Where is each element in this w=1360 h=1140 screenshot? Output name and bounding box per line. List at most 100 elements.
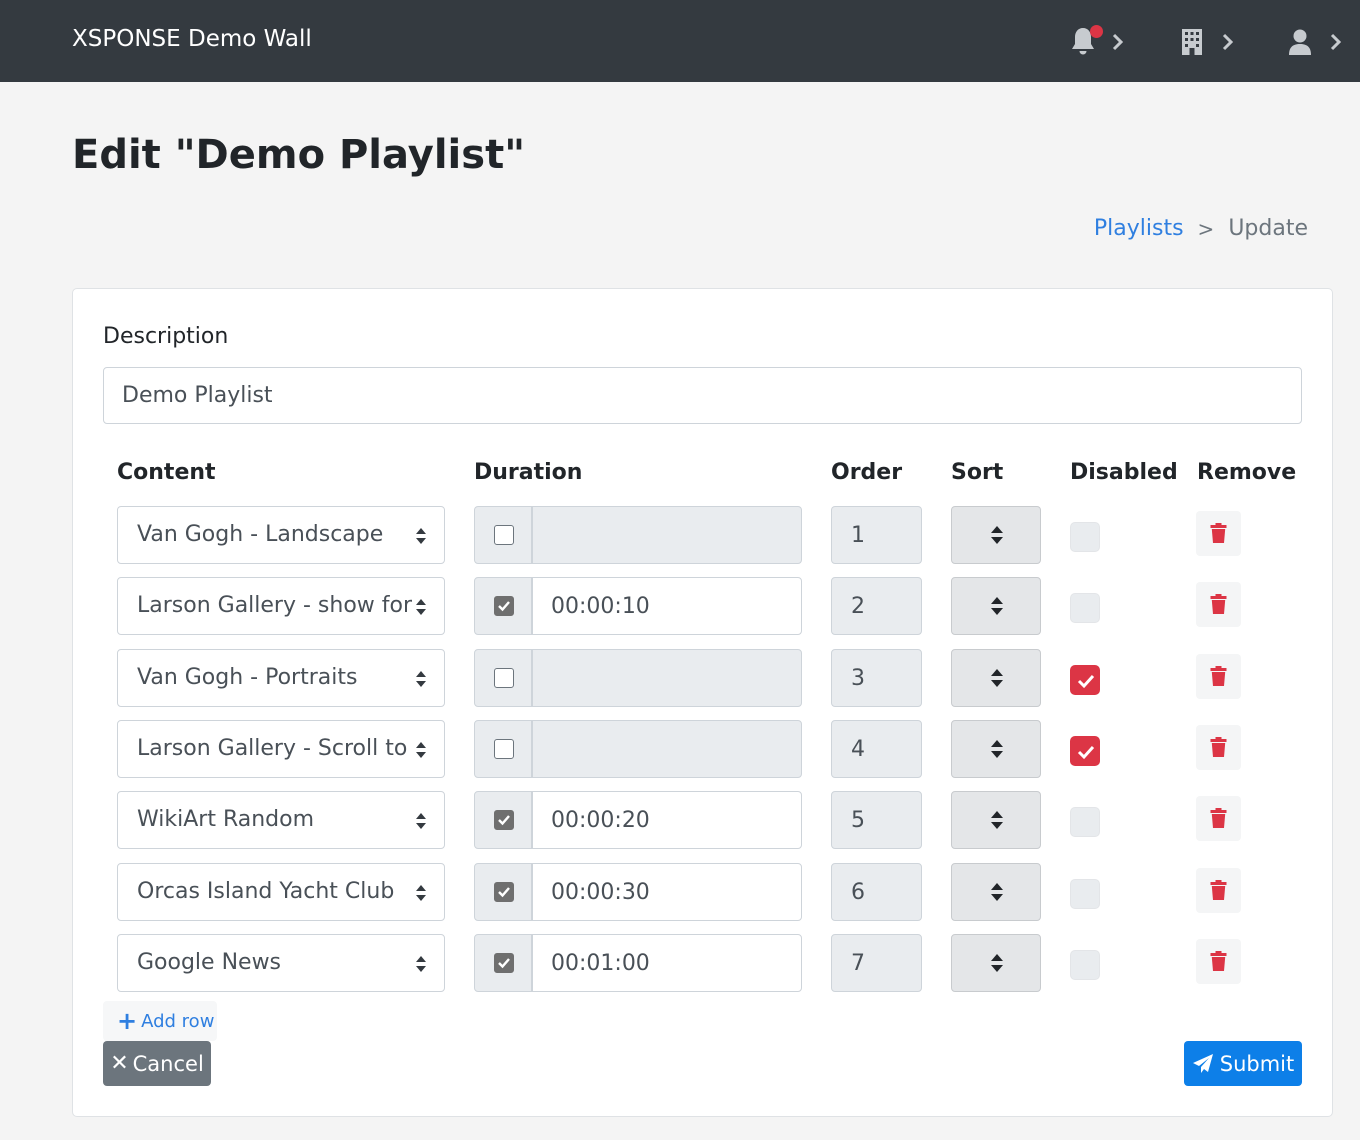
content-select-value: Larson Gallery - Scroll to [137,736,408,761]
sort-handle[interactable] [951,720,1041,778]
duration-checkbox[interactable] [494,739,514,759]
order-input [831,649,922,707]
duration-toggle[interactable] [474,934,532,992]
sort-handle[interactable] [951,863,1041,921]
duration-toggle[interactable] [474,791,532,849]
content-select-value: Van Gogh - Landscape [137,522,384,547]
page-title: Edit "Demo Playlist" [72,132,526,178]
duration-checkbox[interactable] [494,953,514,973]
top-navbar: XSPONSE Demo Wall [0,0,1360,82]
close-icon: ✕ [110,1051,129,1076]
notifications-menu[interactable] [1070,22,1124,62]
header-content: Content [117,460,216,485]
notification-badge [1090,25,1103,38]
breadcrumb-current: Update [1228,216,1308,241]
sort-handle[interactable] [951,934,1041,992]
duration-checkbox[interactable] [494,525,514,545]
plus-icon: + [117,1007,138,1035]
remove-row-button[interactable] [1196,654,1241,699]
table-row: Van Gogh - Landscape [0,506,1360,564]
sort-handle[interactable] [951,577,1041,635]
user-menu[interactable] [1288,22,1342,62]
trash-icon [1210,808,1227,828]
disabled-checkbox[interactable] [1070,665,1100,695]
content-select[interactable]: Orcas Island Yacht Club [117,863,445,921]
breadcrumb: Playlists > Update [1094,216,1308,241]
duration-toggle[interactable] [474,577,532,635]
cancel-label: Cancel [132,1051,204,1076]
duration-input[interactable] [532,791,802,849]
chevron-right-icon [1222,33,1234,51]
check-icon [1077,745,1095,760]
paper-plane-icon [1192,1053,1220,1075]
content-select-value: Van Gogh - Portraits [137,665,358,690]
remove-row-button[interactable] [1196,511,1241,556]
remove-row-button[interactable] [1196,582,1241,627]
duration-checkbox[interactable] [494,882,514,902]
content-select-value: Google News [137,950,282,975]
duration-input[interactable] [532,934,802,992]
content-select-value: WikiArt Random [137,807,315,832]
remove-row-button[interactable] [1196,796,1241,841]
remove-row-button[interactable] [1196,868,1241,913]
order-input [831,577,922,635]
table-row: Larson Gallery - Scroll to [0,720,1360,778]
duration-input[interactable] [532,863,802,921]
order-input [831,720,922,778]
sort-handle[interactable] [951,791,1041,849]
trash-icon [1210,666,1227,686]
disabled-checkbox[interactable] [1070,807,1100,837]
content-select[interactable]: Van Gogh - Portraits [117,649,445,707]
remove-row-button[interactable] [1196,725,1241,770]
description-label: Description [103,324,229,349]
duration-checkbox[interactable] [494,596,514,616]
sort-handle[interactable] [951,649,1041,707]
duration-toggle[interactable] [474,863,532,921]
duration-checkbox[interactable] [494,668,514,688]
order-input [831,506,922,564]
header-duration: Duration [474,460,583,485]
content-select[interactable]: Google News [117,934,445,992]
bell-icon [1070,25,1103,58]
disabled-checkbox[interactable] [1070,736,1100,766]
duration-toggle[interactable] [474,720,532,778]
brand-name[interactable]: XSPONSE Demo Wall [72,26,312,52]
add-row-button[interactable]: + Add row [103,1001,217,1041]
trash-icon [1210,737,1227,757]
trash-icon [1210,880,1227,900]
duration-input[interactable] [532,577,802,635]
content-select[interactable]: Larson Gallery - Scroll to [117,720,445,778]
disabled-checkbox[interactable] [1070,950,1100,980]
breadcrumb-playlists-link[interactable]: Playlists [1094,216,1184,241]
select-arrows-icon [415,527,427,545]
disabled-checkbox[interactable] [1070,879,1100,909]
content-select[interactable]: Van Gogh - Landscape [117,506,445,564]
sort-icon [991,740,1003,758]
content-select[interactable]: Larson Gallery - show for [117,577,445,635]
description-input[interactable] [103,367,1302,424]
remove-row-button[interactable] [1196,939,1241,984]
content-select-value: Orcas Island Yacht Club [137,879,395,904]
select-arrows-icon [415,884,427,902]
organization-menu[interactable] [1180,22,1234,62]
chevron-right-icon [1330,33,1342,51]
disabled-checkbox[interactable] [1070,522,1100,552]
disabled-checkbox[interactable] [1070,593,1100,623]
select-arrows-icon [415,741,427,759]
trash-icon [1210,594,1227,614]
duration-toggle[interactable] [474,649,532,707]
sort-handle[interactable] [951,506,1041,564]
header-order: Order [831,460,903,485]
duration-checkbox[interactable] [494,810,514,830]
add-row-label: Add row [141,1010,215,1032]
table-row: Van Gogh - Portraits [0,649,1360,707]
content-select[interactable]: WikiArt Random [117,791,445,849]
order-input [831,934,922,992]
submit-button[interactable]: Submit [1184,1041,1302,1086]
sort-icon [991,669,1003,687]
sort-icon [991,811,1003,829]
submit-label: Submit [1219,1051,1295,1076]
cancel-button[interactable]: ✕ Cancel [103,1041,211,1086]
duration-toggle[interactable] [474,506,532,564]
table-row: Orcas Island Yacht Club [0,863,1360,921]
